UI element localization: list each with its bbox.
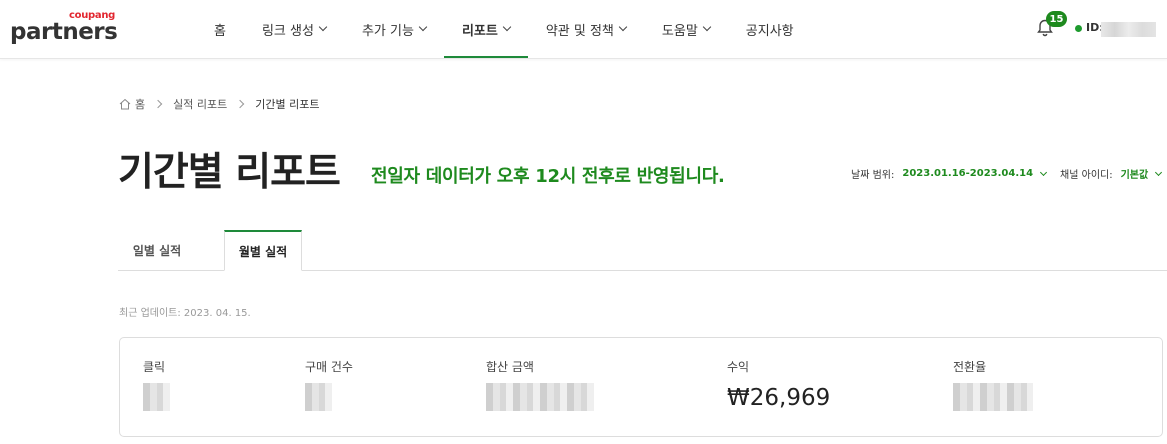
channel-id-label: 채널 아이디: (1060, 170, 1113, 181)
logo-partners-text: partners (10, 19, 118, 45)
stat-clicks: 클릭 (143, 358, 170, 411)
breadcrumb: 홈 실적 리포트 기간별 리포트 (119, 96, 319, 112)
stat-total-amount-label: 합산 금액 (486, 360, 534, 374)
stat-conversion: 전환율 (953, 358, 1033, 411)
main-nav: 홈 링크 생성 추가 기능 리포트 약관 및 정책 도움말 공지사항 (196, 0, 812, 58)
notification-badge: 15 (1046, 11, 1067, 27)
chevron-down-icon[interactable] (1155, 168, 1163, 176)
nav-link-create-label: 링크 생성 (261, 23, 314, 39)
page-title: 기간별 리포트 (118, 150, 341, 195)
breadcrumb-parent[interactable]: 실적 리포트 (173, 96, 227, 112)
stat-conversion-label: 전환율 (953, 360, 987, 374)
nav-report-label: 리포트 (461, 23, 498, 39)
nav-link-create[interactable]: 링크 생성 (244, 0, 344, 58)
top-header: coupang partners 홈 링크 생성 추가 기능 리포트 약관 및 … (0, 0, 1167, 59)
nav-extra-features-label: 추가 기능 (361, 23, 414, 39)
nav-terms-policy-label: 약관 및 정책 (545, 23, 614, 39)
stat-total-amount: 합산 금액 (486, 358, 594, 411)
chevron-down-icon (702, 22, 712, 32)
report-tabs: 일별 실적 월별 실적 (118, 230, 1167, 271)
stat-revenue: 수익 ₩26,969 (727, 358, 830, 411)
chevron-right-icon (235, 99, 245, 109)
nav-notices[interactable]: 공지사항 (728, 0, 812, 58)
stat-clicks-label: 클릭 (143, 360, 166, 374)
nav-home-label: 홈 (214, 23, 226, 39)
stat-orders-redacted (305, 383, 332, 411)
online-status-dot (1075, 25, 1082, 32)
nav-extra-features[interactable]: 추가 기능 (344, 0, 444, 58)
chevron-right-icon (153, 99, 163, 109)
date-range-label: 날짜 범위: (851, 170, 895, 181)
chevron-down-icon (502, 22, 512, 32)
chevron-down-icon (618, 22, 628, 32)
stat-conversion-redacted (953, 383, 1033, 411)
nav-notices-label: 공지사항 (745, 23, 794, 39)
stat-clicks-redacted (143, 383, 170, 411)
chevron-down-icon (418, 22, 428, 32)
nav-help[interactable]: 도움말 (644, 0, 728, 58)
chevron-down-icon[interactable] (1040, 168, 1048, 176)
chevron-down-icon (318, 22, 328, 32)
data-update-notice: 전일자 데이터가 오후 12시 전후로 반영됩니다. (371, 166, 725, 187)
stat-total-amount-redacted (486, 383, 594, 411)
stat-revenue-value: ₩26,969 (727, 385, 831, 411)
stat-revenue-label: 수익 (727, 360, 750, 374)
report-filters: 날짜 범위: 2023.01.16-2023.04.14 채널 아이디: 기본값 (851, 166, 1163, 181)
stat-orders: 구매 건수 (305, 358, 353, 411)
tab-daily[interactable]: 일별 실적 (118, 230, 196, 271)
nav-report[interactable]: 리포트 (443, 0, 528, 58)
last-updated-text: 최근 업데이트: 2023. 04. 15. (119, 308, 251, 319)
home-icon (119, 98, 131, 110)
breadcrumb-current: 기간별 리포트 (255, 98, 320, 111)
nav-home[interactable]: 홈 (196, 0, 244, 58)
coupang-partners-logo[interactable]: coupang partners (10, 10, 120, 50)
date-range-dropdown[interactable]: 2023.01.16-2023.04.14 (902, 168, 1033, 179)
nav-help-label: 도움말 (661, 23, 698, 39)
tab-monthly[interactable]: 월별 실적 (224, 230, 302, 271)
nav-terms-policy[interactable]: 약관 및 정책 (528, 0, 644, 58)
channel-id-dropdown[interactable]: 기본값 (1121, 166, 1149, 181)
breadcrumb-home[interactable]: 홈 (135, 96, 145, 112)
stat-orders-label: 구매 건수 (305, 360, 353, 374)
user-id-redacted (1101, 22, 1156, 37)
stats-summary-card: 클릭 구매 건수 합산 금액 수익 ₩26,969 전환율 (119, 337, 1163, 437)
